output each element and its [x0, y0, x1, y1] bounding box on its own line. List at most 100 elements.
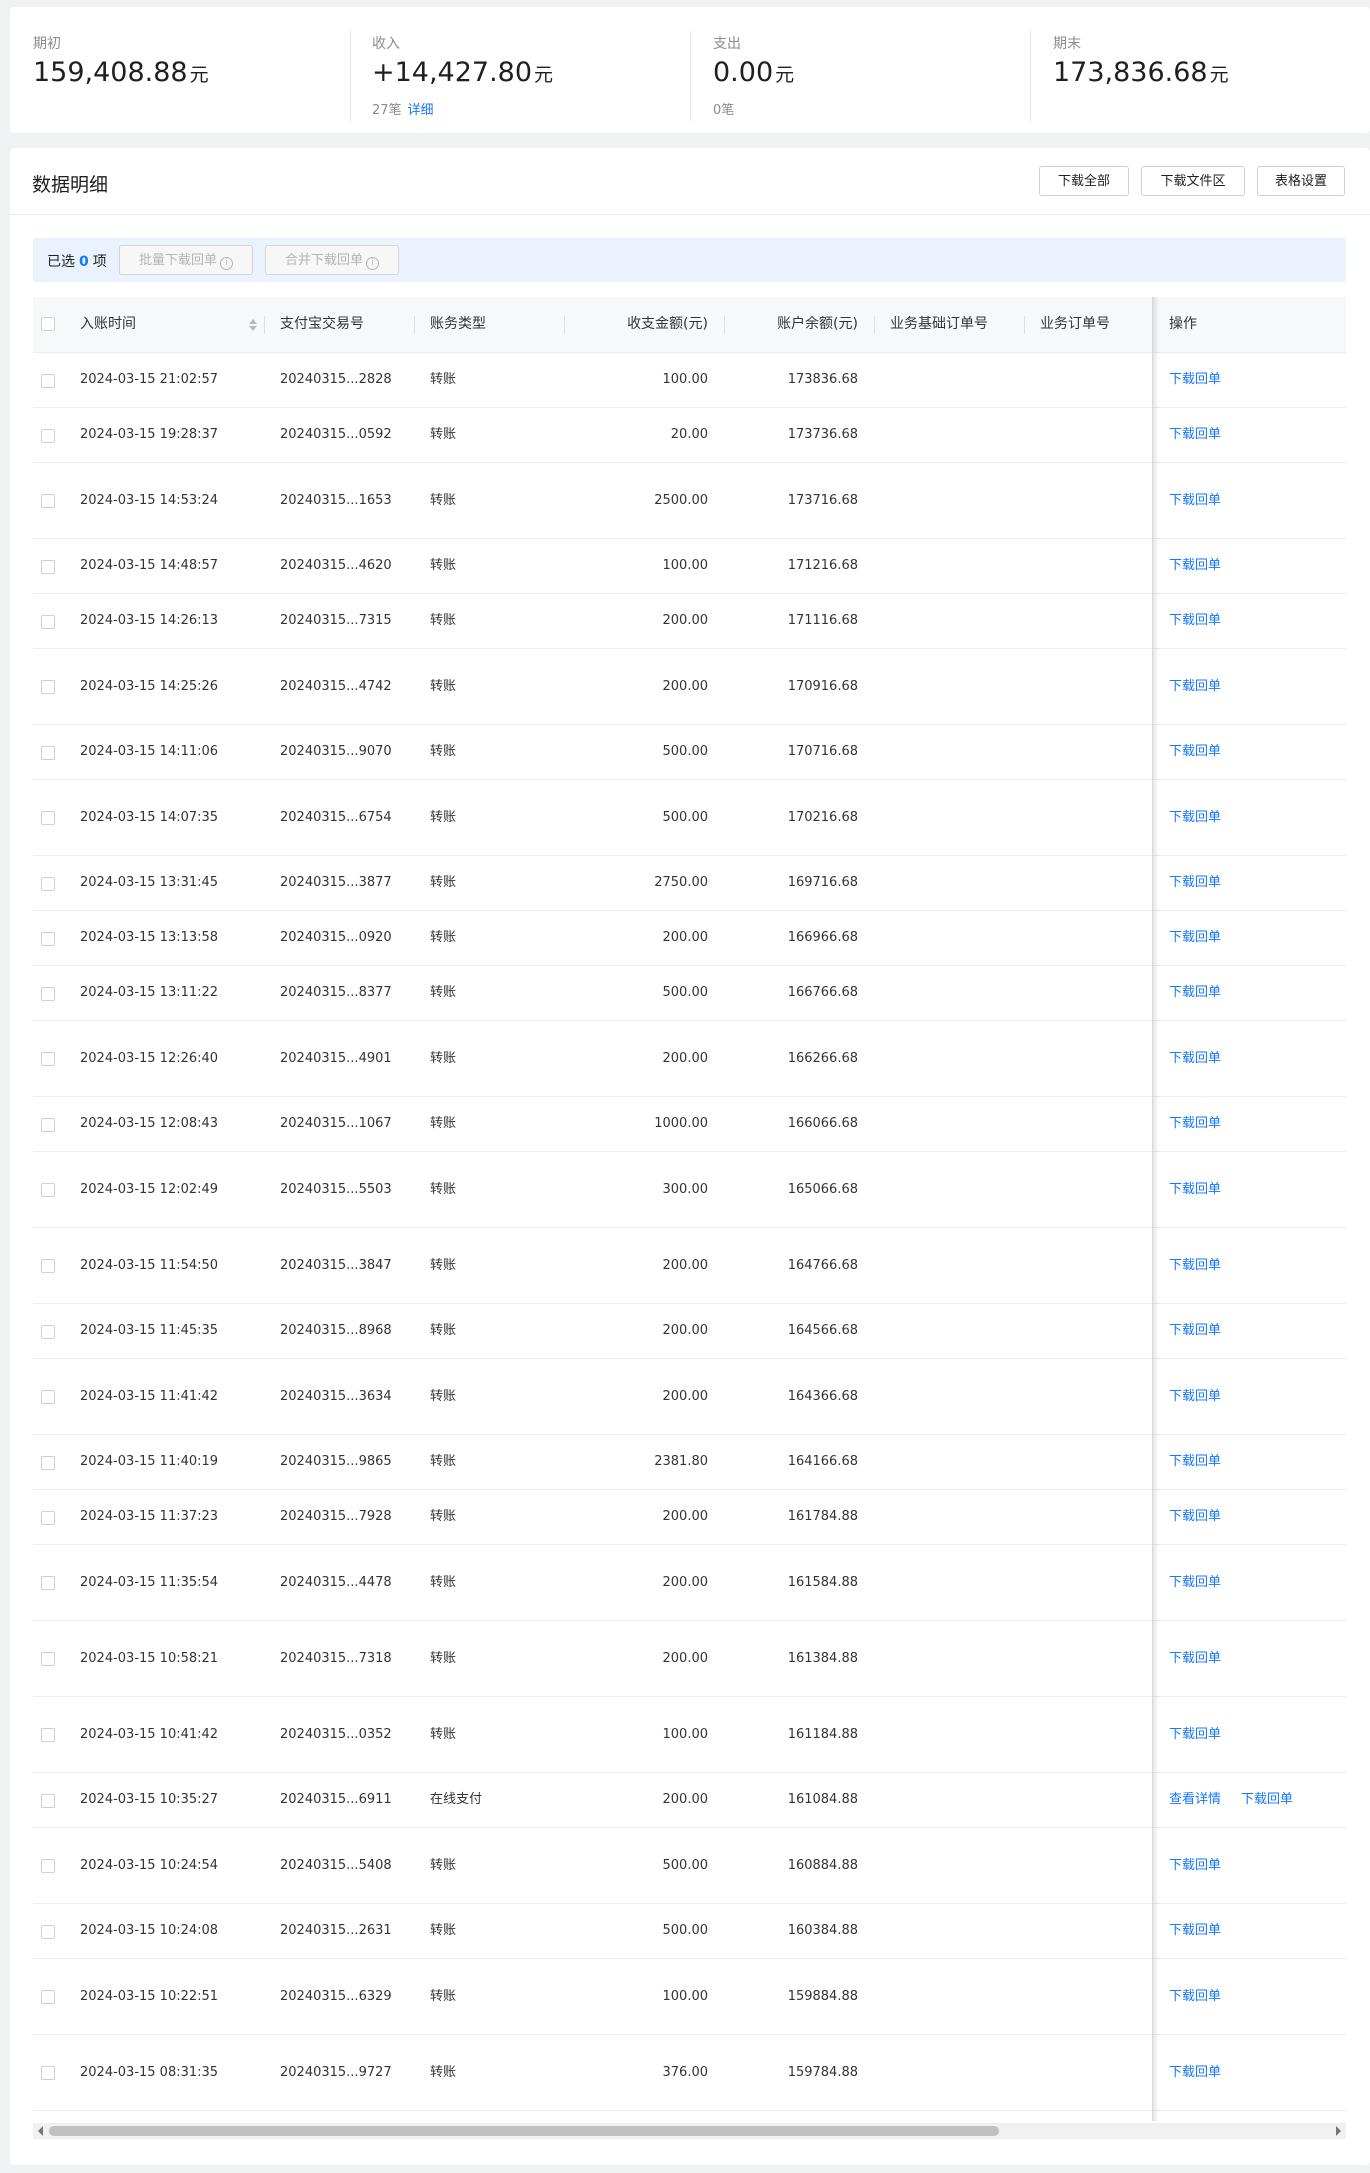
- download-receipt-link[interactable]: 下载回单: [1169, 1828, 1221, 1903]
- download-receipt-link[interactable]: 下载回单: [1169, 966, 1221, 1020]
- cell-trade-no: 20240315...4742: [280, 679, 392, 694]
- income-detail-link[interactable]: 详细: [408, 103, 434, 118]
- cell-type: 转账: [430, 1651, 457, 1666]
- cell-amount: 200.00: [662, 1323, 709, 1338]
- row-checkbox[interactable]: [41, 1925, 55, 1939]
- download-receipt-link[interactable]: 下载回单: [1169, 1021, 1221, 1096]
- row-checkbox[interactable]: [41, 1794, 55, 1808]
- table-settings-button[interactable]: 表格设置: [1257, 166, 1345, 196]
- view-details-link[interactable]: 查看详情: [1169, 1773, 1221, 1827]
- cell-balance: 173836.68: [787, 372, 858, 387]
- cell-time: 2024-03-15 14:11:06: [80, 744, 219, 759]
- row-checkbox[interactable]: [41, 1259, 55, 1273]
- select-all-checkbox[interactable]: [41, 317, 55, 331]
- cell-amount: 200.00: [662, 1051, 709, 1066]
- row-checkbox[interactable]: [41, 811, 55, 825]
- download-receipt-link[interactable]: 下载回单: [1169, 1697, 1221, 1772]
- row-checkbox[interactable]: [41, 1118, 55, 1132]
- download-receipt-link[interactable]: 下载回单: [1169, 463, 1221, 538]
- download-receipt-link[interactable]: 下载回单: [1169, 911, 1221, 965]
- download-receipt-link[interactable]: 下载回单: [1169, 539, 1221, 593]
- scrollbar-thumb[interactable]: [49, 2126, 999, 2136]
- row-checkbox[interactable]: [41, 1390, 55, 1404]
- row-checkbox[interactable]: [41, 1576, 55, 1590]
- download-receipt-link[interactable]: 下载回单: [1169, 725, 1221, 779]
- download-receipt-link[interactable]: 下载回单: [1169, 1228, 1221, 1303]
- cell-amount: 500.00: [662, 810, 709, 825]
- row-checkbox[interactable]: [41, 1456, 55, 1470]
- row-checkbox[interactable]: [41, 1990, 55, 2004]
- row-checkbox[interactable]: [41, 615, 55, 629]
- table-row: 2024-03-15 13:13:58 20240315...0920 转账 200.…: [33, 911, 1346, 966]
- download-receipt-link[interactable]: 下载回单: [1169, 1959, 1221, 2034]
- row-checkbox[interactable]: [41, 1183, 55, 1197]
- table-row: 2024-03-15 10:24:54 20240315...5408 转账 500.…: [33, 1828, 1346, 1904]
- download-receipt-link[interactable]: 下载回单: [1169, 594, 1221, 648]
- row-checkbox[interactable]: [41, 1511, 55, 1525]
- cell-time: 2024-03-15 14:48:57: [80, 558, 219, 573]
- row-checkbox[interactable]: [41, 987, 55, 1001]
- row-checkbox[interactable]: [41, 494, 55, 508]
- stat-label: 支出: [713, 36, 741, 52]
- row-checkbox[interactable]: [41, 1325, 55, 1339]
- row-checkbox[interactable]: [41, 560, 55, 574]
- cell-time: 2024-03-15 19:28:37: [80, 427, 219, 442]
- cell-time: 2024-03-15 11:40:19: [80, 1454, 219, 1469]
- cell-type: 转账: [430, 1923, 457, 1938]
- cell-balance: 164166.68: [787, 1454, 858, 1469]
- header-balance: 账户余额(元): [777, 316, 858, 332]
- cell-time: 2024-03-15 12:02:49: [80, 1182, 219, 1197]
- table-row: 2024-03-15 08:31:35 20240315...9727 转账 376.…: [33, 2035, 1346, 2111]
- download-file-area-button[interactable]: 下载文件区: [1141, 166, 1245, 196]
- download-receipt-link[interactable]: 下载回单: [1169, 1435, 1221, 1489]
- scroll-right-arrow-icon[interactable]: [1336, 2126, 1341, 2136]
- download-receipt-link[interactable]: 下载回单: [1169, 1304, 1221, 1358]
- cell-type: 转账: [430, 1323, 457, 1338]
- download-receipt-link[interactable]: 下载回单: [1241, 1773, 1293, 1827]
- download-receipt-link[interactable]: 下载回单: [1169, 780, 1221, 855]
- row-checkbox[interactable]: [41, 1652, 55, 1666]
- download-all-button[interactable]: 下载全部: [1039, 166, 1129, 196]
- cell-type: 转账: [430, 1454, 457, 1469]
- download-receipt-link[interactable]: 下载回单: [1169, 353, 1221, 407]
- row-checkbox[interactable]: [41, 2066, 55, 2080]
- download-receipt-link[interactable]: 下载回单: [1169, 1545, 1221, 1620]
- row-checkbox[interactable]: [41, 746, 55, 760]
- cell-type: 转账: [430, 1258, 457, 1273]
- merge-download-button[interactable]: 合并下载回单 i: [265, 245, 399, 275]
- batch-download-button[interactable]: 批量下载回单 i: [119, 245, 253, 275]
- table-row: 2024-03-15 12:08:43 20240315...1067 转账 1000…: [33, 1097, 1346, 1152]
- download-receipt-link[interactable]: 下载回单: [1169, 2035, 1221, 2110]
- download-receipt-link[interactable]: 下载回单: [1169, 1490, 1221, 1544]
- cell-balance: 161784.88: [787, 1509, 858, 1524]
- row-checkbox[interactable]: [41, 932, 55, 946]
- download-receipt-link[interactable]: 下载回单: [1169, 1097, 1221, 1151]
- download-receipt-link[interactable]: 下载回单: [1169, 856, 1221, 910]
- cell-balance: 161184.88: [787, 1727, 858, 1742]
- cell-type: 转账: [430, 1727, 457, 1742]
- sort-icon[interactable]: [249, 318, 257, 332]
- download-receipt-link[interactable]: 下载回单: [1169, 1621, 1221, 1696]
- row-checkbox[interactable]: [41, 429, 55, 443]
- row-checkbox[interactable]: [41, 680, 55, 694]
- row-checkbox[interactable]: [41, 1728, 55, 1742]
- download-receipt-link[interactable]: 下载回单: [1169, 1152, 1221, 1227]
- download-receipt-link[interactable]: 下载回单: [1169, 649, 1221, 724]
- download-receipt-link[interactable]: 下载回单: [1169, 408, 1221, 462]
- cell-balance: 159784.88: [787, 2065, 858, 2080]
- scroll-left-arrow-icon[interactable]: [38, 2126, 43, 2136]
- row-checkbox[interactable]: [41, 1052, 55, 1066]
- row-checkbox[interactable]: [41, 374, 55, 388]
- stat-income: 收入 +14,427.80 元 27笔 详细: [372, 7, 712, 133]
- cell-amount: 200.00: [662, 1792, 709, 1807]
- download-receipt-link[interactable]: 下载回单: [1169, 1904, 1221, 1958]
- cell-trade-no: 20240315...8377: [280, 985, 392, 1000]
- table-row: 2024-03-15 12:26:40 20240315...4901 转账 200.…: [33, 1021, 1346, 1097]
- cell-trade-no: 20240315...5503: [280, 1182, 392, 1197]
- horizontal-scrollbar[interactable]: [33, 2123, 1346, 2139]
- download-receipt-link[interactable]: 下载回单: [1169, 1359, 1221, 1434]
- row-checkbox[interactable]: [41, 1859, 55, 1873]
- cell-time: 2024-03-15 13:11:22: [80, 985, 219, 1000]
- cell-balance: 170216.68: [787, 810, 858, 825]
- row-checkbox[interactable]: [41, 877, 55, 891]
